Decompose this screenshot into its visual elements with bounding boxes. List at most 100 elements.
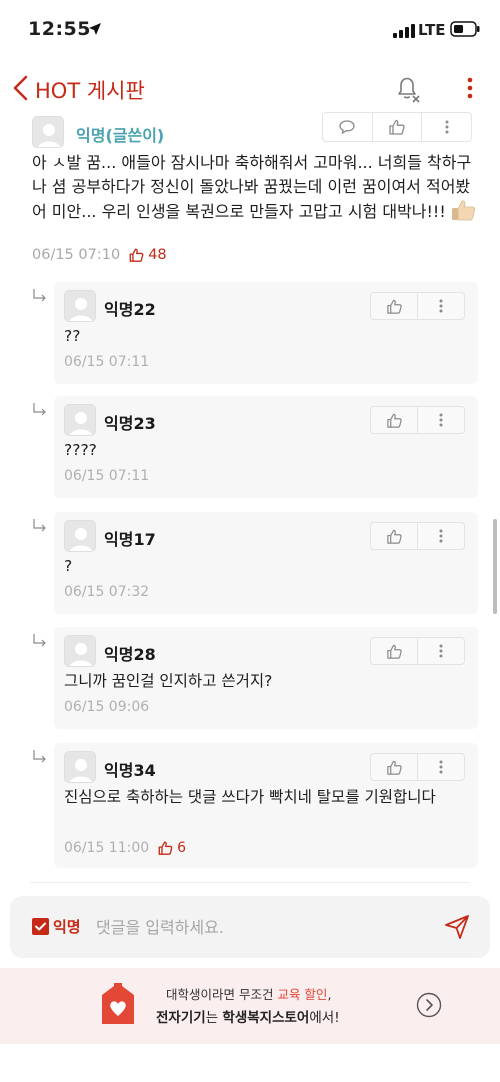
comment-timestamp: 06/15 09:06 [64, 699, 150, 715]
more-vertical-icon [439, 644, 443, 658]
avatar [64, 751, 96, 783]
scrollbar[interactable] [493, 519, 497, 614]
comment-meta: 06/15 07:11 [64, 468, 149, 484]
more-vertical-icon [439, 413, 443, 427]
anonymous-checkbox[interactable] [32, 918, 49, 935]
ad-banner[interactable]: 대학생이라면 무조건 교육 할인, 전자기기는 학생복지스토어에서! [0, 968, 500, 1044]
comment-like-button[interactable] [371, 407, 417, 433]
more-vertical-icon[interactable] [460, 74, 480, 102]
reply-arrow-icon [33, 289, 46, 302]
thumbs-up-icon [129, 248, 144, 262]
signal-icon [393, 24, 415, 38]
avatar [64, 290, 96, 322]
back-chevron-icon[interactable] [10, 74, 34, 102]
comment-more-button[interactable] [417, 754, 464, 780]
comment-timestamp: 06/15 07:11 [64, 354, 150, 370]
store-logo-icon [102, 983, 134, 1024]
location-arrow-icon [89, 23, 101, 35]
reply-arrow-icon [33, 750, 46, 763]
status-time: 12:55 [28, 18, 91, 40]
comment-text: 그니까 꿈인걸 인지하고 쓴거지? [64, 672, 273, 690]
post-like-count: 48 [128, 247, 167, 263]
comment-text: ?? [64, 327, 81, 345]
page-title: HOT 게시판 [35, 79, 145, 103]
comment-meta: 06/15 07:32 [64, 584, 149, 600]
post-more-button[interactable] [421, 113, 471, 141]
comment-meta: 06/15 09:06 [64, 699, 149, 715]
comment-card: 익명22?? 06/15 07:11 [54, 282, 478, 384]
network-label: LTE [418, 21, 446, 39]
comment-text: ???? [64, 441, 97, 459]
more-vertical-icon [439, 529, 443, 543]
comment-action-group [370, 522, 465, 550]
comment-more-button[interactable] [417, 638, 464, 664]
banner-highlight: 교육 할인 [277, 987, 328, 1002]
comment-action-group [370, 753, 465, 781]
comment-author: 익명34 [104, 761, 156, 780]
comment-more-button[interactable] [417, 523, 464, 549]
comment-like-button[interactable] [371, 523, 417, 549]
comment-timestamp: 06/15 07:32 [64, 584, 150, 600]
comment-more-button[interactable] [417, 293, 464, 319]
comment-card: 익명34 진심으로 축하하는 댓글 쓰다가 빡치네 탈모를 기원합니다 06/15 … [54, 743, 478, 868]
thumbs-up-icon [386, 760, 402, 775]
thumbs-up-icon [386, 299, 402, 314]
avatar [64, 635, 96, 667]
chevron-right-circle-icon[interactable] [416, 992, 442, 1018]
comment-card: 익명23???? 06/15 07:11 [54, 396, 478, 498]
comment-text: ? [64, 557, 73, 575]
comment-meta: 06/15 07:11 [64, 354, 149, 370]
comment-input[interactable] [96, 912, 426, 942]
more-vertical-icon [445, 120, 449, 134]
banner-line-1: 대학생이라면 무조건 교육 할인, [166, 984, 331, 1003]
comment-button[interactable] [323, 113, 372, 141]
comment-like-count: 6 [157, 840, 186, 856]
banner-text: 는 [205, 1010, 223, 1026]
reply-arrow-icon [33, 403, 46, 416]
post-author-name: 익명(글쓴이) [76, 126, 165, 145]
notification-off-bell-icon[interactable] [392, 73, 422, 103]
divider [30, 882, 470, 883]
post-body: 아 ㅅ발 꿈... 애들아 잠시나마 축하해줘서 고마워... 너희들 착하구나… [32, 151, 480, 224]
avatar [64, 520, 96, 552]
comment-timestamp: 06/15 07:11 [64, 468, 150, 484]
more-vertical-icon [439, 760, 443, 774]
thumbs-up-icon [386, 529, 402, 544]
thumbs-up-icon [158, 841, 173, 855]
like-count-value: 6 [177, 840, 187, 856]
thumbs-up-icon [389, 119, 405, 135]
comment-like-button[interactable] [371, 754, 417, 780]
reply-arrow-icon [33, 519, 46, 532]
post-meta: 06/15 07:10 48 [32, 247, 167, 263]
send-icon[interactable] [444, 914, 470, 940]
comment-action-group [370, 637, 465, 665]
banner-text: , [327, 987, 332, 1002]
post-timestamp: 06/15 07:10 [32, 247, 121, 263]
comment-like-button[interactable] [371, 638, 417, 664]
post-author-row: 익명(글쓴이) [32, 112, 472, 152]
comment-card: 익명28 그니까 꿈인걸 인지하고 쓴거지? 06/15 09:06 [54, 627, 478, 729]
banner-text: 학생복지스토어 [222, 1010, 310, 1026]
comment-meta: 06/15 11:00 6 [64, 840, 186, 856]
comment-author: 익명17 [104, 530, 156, 549]
comment-like-button[interactable] [371, 293, 417, 319]
comment-action-group [370, 406, 465, 434]
more-vertical-icon [439, 299, 443, 313]
like-count-value: 48 [148, 247, 167, 263]
comment-more-button[interactable] [417, 407, 464, 433]
thumbs-up-emoji-icon [451, 200, 476, 221]
comment-author: 익명28 [104, 645, 156, 664]
post-action-group [322, 112, 472, 142]
comment-card: 익명17? 06/15 07:32 [54, 512, 478, 614]
comment-author: 익명23 [104, 414, 156, 433]
comment-input-bar: 익명 [10, 896, 490, 958]
comment-bubble-icon [339, 120, 355, 135]
anonymous-label[interactable]: 익명 [53, 916, 81, 937]
banner-line-2: 전자기기는 학생복지스토어에서! [156, 1006, 340, 1026]
battery-icon [450, 21, 480, 37]
like-button[interactable] [371, 113, 422, 141]
banner-text: 대학생이라면 무조건 [166, 987, 278, 1002]
comment-author: 익명22 [104, 300, 156, 319]
banner-text: 전자기기 [156, 1010, 206, 1026]
comment-text: 진심으로 축하하는 댓글 쓰다가 빡치네 탈모를 기원합니다 [64, 788, 436, 806]
